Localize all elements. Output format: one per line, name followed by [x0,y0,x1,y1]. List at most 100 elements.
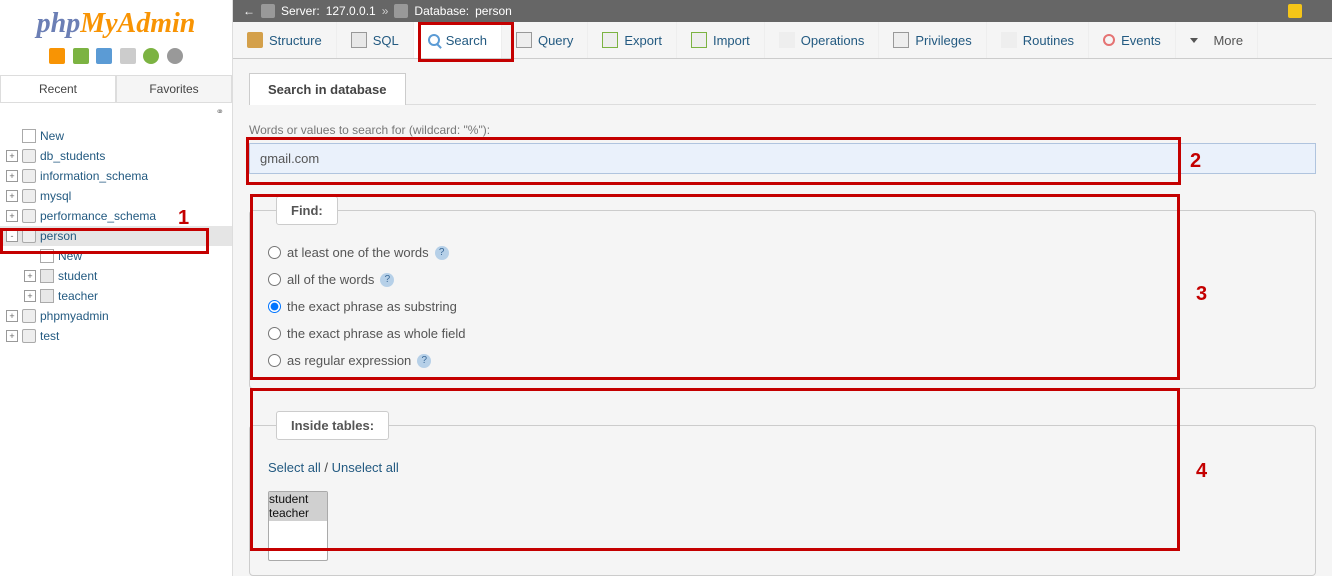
expand-icon[interactable]: + [6,150,18,162]
tab-privileges[interactable]: Privileges [879,22,986,58]
logout-icon[interactable] [73,48,89,64]
tree-teacher[interactable]: +teacher [0,286,232,306]
expand-icon[interactable]: + [6,190,18,202]
sidebar-tabs: Recent Favorites [0,75,232,103]
find-legend: Find: [276,196,338,225]
tab-events[interactable]: Events [1089,22,1176,58]
db-tree: New +db_students +information_schema +my… [0,122,232,350]
tab-recent[interactable]: Recent [0,75,116,102]
tab-sql[interactable]: SQL [337,22,414,58]
bc-sep: » [382,4,389,18]
logo-php: php [37,8,81,39]
search-input[interactable] [249,143,1316,174]
help-icon[interactable]: ? [380,273,394,287]
database-icon [22,309,36,323]
tab-more[interactable]: More [1176,22,1258,58]
database-icon [22,149,36,163]
tree-person[interactable]: -person [0,226,232,246]
help-icon[interactable]: ? [417,354,431,368]
expand-icon[interactable]: + [6,170,18,182]
star-icon[interactable] [1308,4,1322,18]
help-icon[interactable]: ? [435,246,449,260]
tab-query[interactable]: Query [502,22,588,58]
database-icon [22,229,36,243]
bc-server-link[interactable]: 127.0.0.1 [326,4,376,18]
logo-admin: Admin [118,8,196,39]
import-icon [691,32,707,48]
logo[interactable]: phpMyAdmin [0,0,232,44]
content: Search in database Words or values to se… [233,59,1332,576]
radio-all-words[interactable] [268,273,281,286]
radio-regex[interactable] [268,354,281,367]
tree-mysql[interactable]: +mysql [0,186,232,206]
server-icon [261,4,275,18]
settings-icon[interactable] [120,48,136,64]
bc-db-label: Database: [414,4,469,18]
structure-icon [247,32,263,48]
expand-icon[interactable]: + [6,210,18,222]
tree-test[interactable]: +test [0,326,232,346]
radio-exact-substring[interactable] [268,300,281,313]
expand-icon[interactable]: + [24,270,36,282]
option-student[interactable]: student [269,492,327,506]
words-label: Words or values to search for (wildcard:… [249,123,1316,137]
tab-search[interactable]: Search [414,22,502,58]
database-icon [22,189,36,203]
query-icon [516,32,532,48]
lock-icon[interactable] [1288,4,1302,18]
tab-structure[interactable]: Structure [233,22,337,58]
tree-phpmyadmin[interactable]: +phpmyadmin [0,306,232,326]
main: ← Server: 127.0.0.1 » Database: person S… [233,0,1332,576]
top-tabs: Structure SQL Search Query Export Import… [233,22,1332,59]
new-icon [40,249,54,263]
gear-icon[interactable] [167,48,183,64]
inside-legend: Inside tables: [276,411,389,440]
tree-new[interactable]: New [0,126,232,146]
tab-import[interactable]: Import [677,22,765,58]
database-icon [22,209,36,223]
radio-at-least-one[interactable] [268,246,281,259]
expand-icon[interactable]: + [6,330,18,342]
collapse-icon[interactable]: - [6,230,18,242]
option-teacher[interactable]: teacher [269,506,327,520]
home-icon[interactable] [49,48,65,64]
expand-icon[interactable]: + [6,310,18,322]
bc-server-label: Server: [281,4,320,18]
logo-my: My [80,8,117,39]
find-fieldset: Find: at least one of the words? all of … [249,196,1316,389]
bc-db-link[interactable]: person [475,4,512,18]
inside-tables-fieldset: Inside tables: Select all / Unselect all… [249,411,1316,576]
link-icon[interactable]: ⚭ [0,103,232,122]
tree-performance-schema[interactable]: +performance_schema [0,206,232,226]
tree-db-students[interactable]: +db_students [0,146,232,166]
tree-student[interactable]: +student [0,266,232,286]
tab-operations[interactable]: Operations [765,22,880,58]
docs-icon[interactable] [96,48,112,64]
tree-person-new[interactable]: New [0,246,232,266]
tab-favorites[interactable]: Favorites [116,75,232,102]
privileges-icon [893,32,909,48]
breadcrumb: ← Server: 127.0.0.1 » Database: person [233,0,1332,22]
search-icon [428,34,440,46]
expand-icon[interactable]: + [24,290,36,302]
database-icon [22,169,36,183]
reload-icon[interactable] [143,48,159,64]
tree-information-schema[interactable]: +information_schema [0,166,232,186]
unselect-all-link[interactable]: Unselect all [332,460,399,475]
panel-title: Search in database [249,73,406,105]
tab-export[interactable]: Export [588,22,677,58]
toolbar-icons [0,44,232,75]
back-icon[interactable]: ← [243,4,255,18]
database-icon [22,329,36,343]
tables-select[interactable]: student teacher [268,491,328,561]
table-icon [40,289,54,303]
routines-icon [1001,32,1017,48]
events-icon [1103,34,1115,46]
table-icon [40,269,54,283]
sql-icon [351,32,367,48]
database-icon [394,4,408,18]
new-icon [22,129,36,143]
select-all-link[interactable]: Select all [268,460,321,475]
radio-exact-whole[interactable] [268,327,281,340]
tab-routines[interactable]: Routines [987,22,1089,58]
